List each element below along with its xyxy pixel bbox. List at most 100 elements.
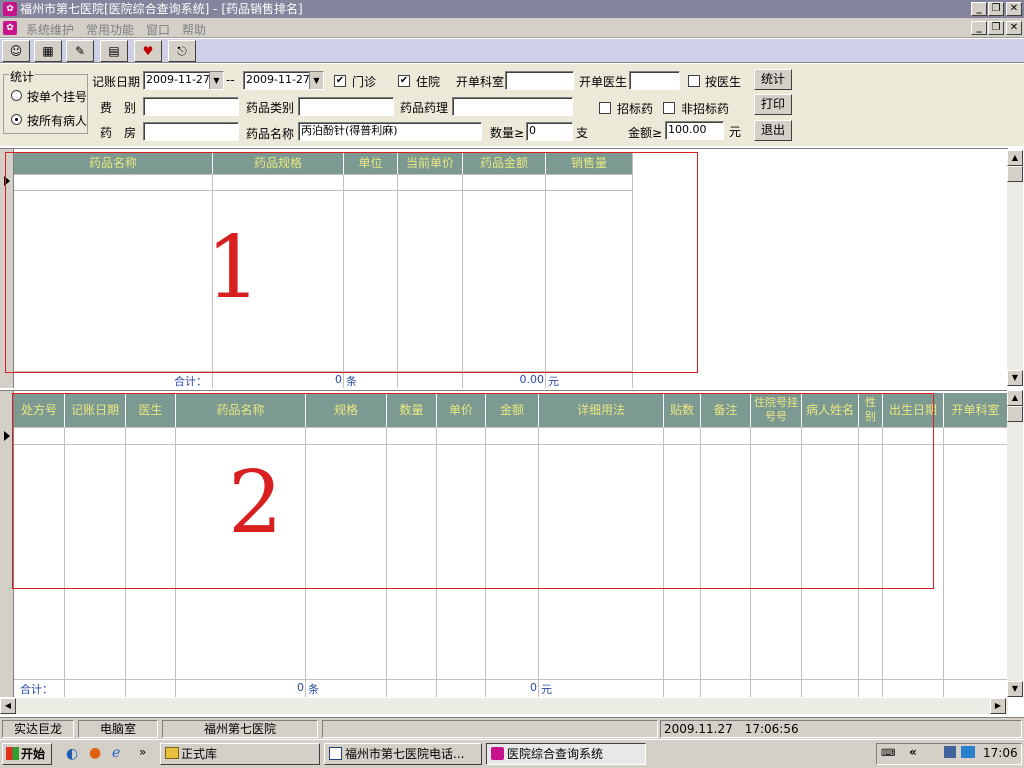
menu-common-functions[interactable]: 常用功能 [86, 21, 134, 38]
scroll-right-icon[interactable]: ▶ [990, 698, 1006, 714]
firefox-quicklaunch-icon[interactable]: ● [89, 745, 101, 761]
g2-col-dept[interactable]: 开单科室 [944, 393, 1008, 427]
drug-type-input[interactable] [298, 97, 394, 116]
g2-col-rx-no[interactable]: 处方号 [14, 393, 65, 427]
qty-input[interactable]: 0 [526, 122, 573, 141]
menu-system-maintenance[interactable]: 系统维护 [26, 21, 74, 38]
inpatient-checkbox[interactable]: ✔ [398, 75, 410, 87]
radio-all-patients[interactable] [11, 114, 22, 125]
g1-col-unit[interactable]: 单位 [344, 152, 398, 174]
clock[interactable]: 17:06 [983, 746, 1018, 760]
bid-checkbox[interactable] [599, 102, 611, 114]
g2-col-doctor[interactable]: 医生 [126, 393, 176, 427]
g2-col-amount[interactable]: 金额 [486, 393, 539, 427]
summary-grid[interactable]: 药品名称 药品规格 单位 当前单价 药品金额 销售量 合计： 0 条 0.00 … [0, 148, 1008, 388]
exit-door-icon[interactable]: ⎋ [168, 40, 196, 62]
scroll-up-icon[interactable]: ▲ [1007, 390, 1023, 406]
radio-single-reg[interactable] [11, 90, 22, 101]
nonbid-checkbox[interactable] [663, 102, 675, 114]
g2-col-line [386, 427, 387, 697]
g2-col-line [436, 427, 437, 697]
grid1-scrollbar[interactable]: ▲ ▼ [1007, 150, 1023, 386]
fee-input[interactable] [143, 97, 239, 116]
view-icon[interactable]: ▦ [34, 40, 62, 62]
menu-help[interactable]: 帮助 [182, 21, 206, 38]
task-query-system[interactable]: 医院综合查询系统 [486, 743, 646, 765]
scroll-thumb[interactable] [1007, 166, 1023, 182]
tray-expand-icon[interactable]: « [909, 745, 917, 759]
g2-col-note[interactable]: 备注 [701, 393, 751, 427]
g1-col-amount[interactable]: 药品金额 [463, 152, 546, 174]
keyboard-icon[interactable]: ⌨ [881, 748, 895, 759]
by-doctor-checkbox[interactable] [688, 75, 700, 87]
scroll-thumb[interactable] [1007, 406, 1023, 422]
heart-icon[interactable]: ♥ [134, 40, 162, 62]
date-from-select[interactable]: 2009-11-27 ▼ [143, 71, 224, 90]
g2-col-usage[interactable]: 详细用法 [539, 393, 664, 427]
annotation-number-1: 1 [206, 218, 261, 318]
scroll-up-icon[interactable]: ▲ [1007, 150, 1023, 166]
g2-col-drug-name[interactable]: 药品名称 [176, 393, 306, 427]
g1-col-drug-name[interactable]: 药品名称 [14, 152, 213, 174]
g2-col-patient-name[interactable]: 病人姓名 [802, 393, 859, 427]
child-close-button[interactable]: ✕ [1006, 21, 1022, 35]
window-titlebar[interactable]: ✿ 福州市第七医院[医院综合查询系统] - [药品销售排名] _ ❐ ✕ [0, 0, 1024, 18]
task-word-doc[interactable]: 福州市第七医院电话... [324, 743, 482, 765]
pharmacy-input[interactable] [143, 122, 239, 141]
status-hospital: 福州第七医院 [162, 720, 318, 738]
desktop-quicklaunch-icon[interactable]: ◐ [66, 746, 78, 762]
edit-icon[interactable]: ✎ [66, 40, 94, 62]
g2-col-date[interactable]: 记账日期 [65, 393, 126, 427]
g1-col-sales[interactable]: 销售量 [546, 152, 633, 174]
user-icon[interactable]: ☺ [2, 40, 30, 62]
print-button[interactable]: 打印 [754, 94, 792, 115]
g1-col-line [343, 174, 344, 388]
doctor-input[interactable] [629, 71, 680, 90]
pharmacy-label: 药 房 [100, 126, 137, 140]
network-icon[interactable] [944, 746, 956, 758]
scroll-down-icon[interactable]: ▼ [1007, 681, 1023, 697]
minimize-button[interactable]: _ [971, 2, 987, 16]
amount-input[interactable]: 100.00 [665, 121, 724, 140]
task-formal-db[interactable]: 正式库 [160, 743, 320, 765]
grid2-scrollbar[interactable]: ▲ ▼ [1007, 390, 1023, 697]
exit-button[interactable]: 退出 [754, 120, 792, 141]
g2-col-gender[interactable]: 性别 [859, 393, 883, 427]
g2-col-spec[interactable]: 规格 [306, 393, 387, 427]
detail-grid[interactable]: 处方号 记账日期 医生 药品名称 规格 数量 单价 金额 详细用法 贴数 备注 … [0, 390, 1008, 697]
chevron-down-icon[interactable]: ▼ [209, 72, 223, 89]
restore-button[interactable]: ❐ [988, 2, 1004, 16]
ie-quicklaunch-icon[interactable]: ℯ [112, 745, 120, 761]
drug-pharm-input[interactable] [452, 97, 573, 116]
scroll-left-icon[interactable]: ◀ [0, 698, 16, 714]
quicklaunch-more-icon[interactable]: » [139, 745, 146, 759]
g2-col-price[interactable]: 单价 [437, 393, 486, 427]
chevron-down-icon[interactable]: ▼ [309, 72, 323, 89]
stat-button[interactable]: 统计 [754, 69, 792, 90]
g2-col-birthdate[interactable]: 出生日期 [883, 393, 944, 427]
g1-col-price[interactable]: 当前单价 [398, 152, 463, 174]
child-window-icon[interactable]: ✿ [3, 21, 17, 35]
outpatient-checkbox[interactable]: ✔ [334, 75, 346, 87]
scroll-down-icon[interactable]: ▼ [1007, 370, 1023, 386]
monitor-icon[interactable] [961, 746, 975, 758]
g2-col-line [175, 427, 176, 697]
app-icon[interactable]: ✿ [3, 2, 17, 16]
grid2-hscrollbar[interactable]: ◀ ▶ [0, 698, 1008, 714]
child-restore-button[interactable]: ❐ [988, 21, 1004, 35]
print-icon[interactable]: ▤ [100, 40, 128, 62]
date-to-select[interactable]: 2009-11-27 ▼ [243, 71, 324, 90]
bid-label: 招标药 [617, 102, 654, 116]
g2-col-inpatient-no[interactable]: 住院号挂号号 [751, 393, 802, 427]
menu-window[interactable]: 窗口 [146, 21, 170, 38]
close-button[interactable]: ✕ [1006, 2, 1022, 16]
dept-input[interactable] [505, 71, 574, 90]
g2-col-qty[interactable]: 数量 [387, 393, 437, 427]
drug-name-input[interactable]: 丙泊酚针(得普利麻) [298, 122, 482, 141]
g2-col-doses[interactable]: 贴数 [664, 393, 701, 427]
g1-col-spec[interactable]: 药品规格 [213, 152, 344, 174]
child-minimize-button[interactable]: _ [971, 21, 987, 35]
start-button[interactable]: 开始 [2, 743, 52, 765]
g2-col-line [125, 427, 126, 697]
g1-total-label: 合计： [174, 375, 207, 388]
